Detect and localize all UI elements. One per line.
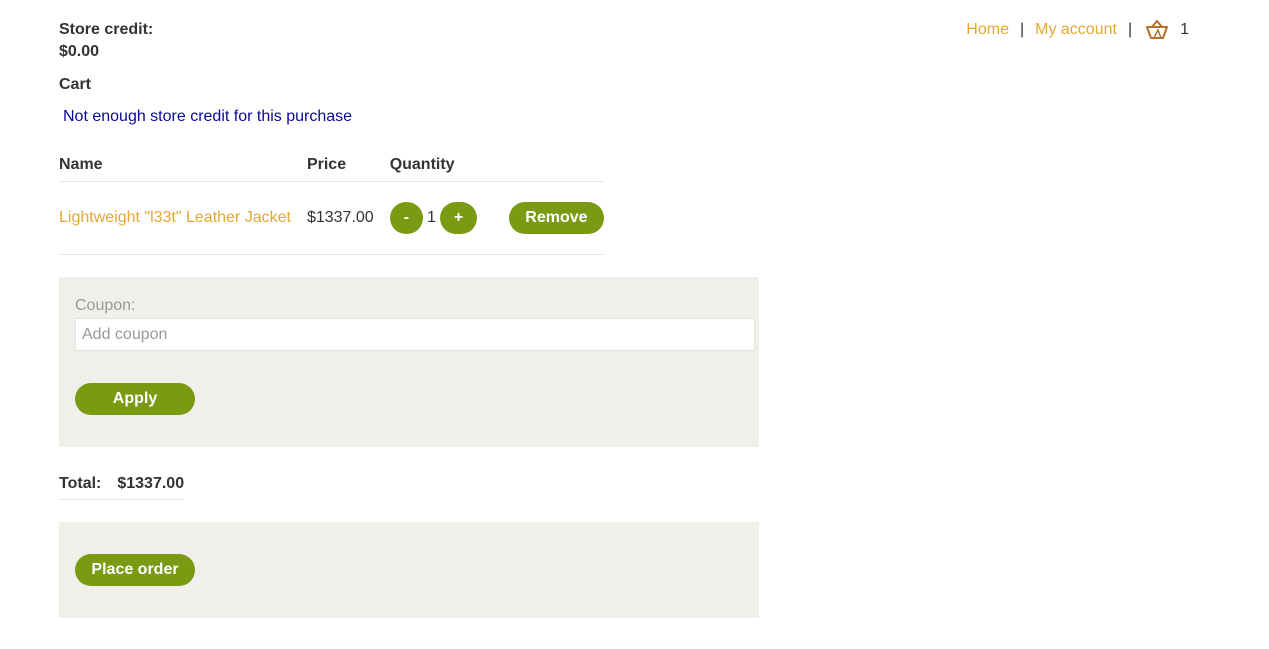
store-credit: Store credit: $0.00 bbox=[59, 19, 153, 63]
store-credit-label: Store credit: bbox=[59, 21, 154, 38]
place-order-button[interactable]: Place order bbox=[75, 554, 195, 586]
actions-cell: Remove bbox=[493, 181, 604, 255]
home-link[interactable]: Home bbox=[966, 21, 1009, 39]
cart-count: 1 bbox=[1180, 21, 1189, 38]
increment-button[interactable]: + bbox=[439, 202, 478, 234]
coupon-input[interactable] bbox=[75, 318, 755, 351]
order-total: Total: $1337.00 bbox=[59, 473, 185, 500]
top-nav: Home | My account | 1 bbox=[966, 19, 1189, 41]
my-account-link[interactable]: My account bbox=[1035, 21, 1117, 39]
coupon-label: Coupon: bbox=[75, 297, 136, 314]
column-header-actions bbox=[493, 148, 604, 182]
table-row: Lightweight "l33t" Leather Jacket $1337.… bbox=[59, 181, 604, 255]
cart-table: Name Price Quantity Lightweight "l33t" L… bbox=[59, 148, 604, 255]
apply-button[interactable]: Apply bbox=[75, 383, 195, 415]
quantity-stepper: - 1 + bbox=[389, 202, 478, 234]
nav-separator: | bbox=[1019, 21, 1025, 38]
quantity-cell: - 1 + bbox=[389, 181, 494, 255]
column-header-price: Price bbox=[306, 148, 390, 182]
cart-heading: Cart bbox=[59, 76, 92, 93]
nav-separator: | bbox=[1127, 21, 1133, 38]
place-order-panel: Place order bbox=[59, 522, 759, 618]
product-link[interactable]: Lightweight "l33t" Leather Jacket bbox=[59, 209, 291, 226]
error-message: Not enough store credit for this purchas… bbox=[63, 108, 353, 125]
cart-page: Store credit: $0.00 Home | My account | … bbox=[0, 0, 1269, 649]
product-name-cell: Lightweight "l33t" Leather Jacket bbox=[59, 181, 307, 255]
table-header-row: Name Price Quantity bbox=[59, 148, 604, 182]
decrement-button[interactable]: - bbox=[389, 202, 424, 234]
store-credit-value: $0.00 bbox=[59, 43, 100, 60]
product-price: $1337.00 bbox=[306, 181, 390, 255]
column-header-quantity: Quantity bbox=[389, 148, 494, 182]
basket-icon[interactable] bbox=[1145, 19, 1169, 41]
total-amount: $1337.00 bbox=[117, 475, 185, 492]
column-header-name: Name bbox=[59, 148, 307, 182]
total-label: Total: bbox=[59, 475, 102, 492]
coupon-panel: Coupon: Apply bbox=[59, 277, 759, 447]
remove-button[interactable]: Remove bbox=[509, 202, 604, 234]
quantity-value: 1 bbox=[427, 209, 436, 226]
